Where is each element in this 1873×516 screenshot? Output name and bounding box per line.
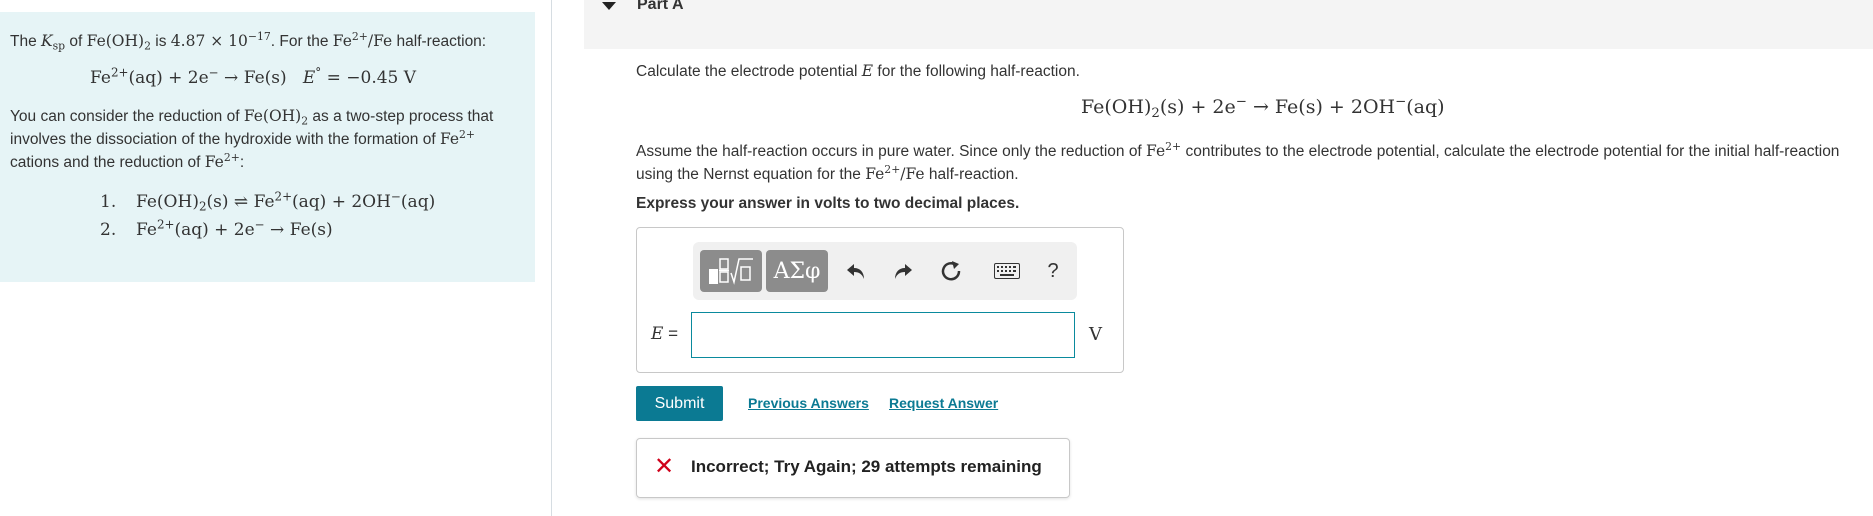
reaction-step: 2. Fe2+(aq) + 2e− → Fe(s) [100, 217, 333, 240]
reaction-steps: 1. Fe(OH)2(s) ⇌ Fe2+(aq) + 2OH−(aq) 2. Fe2… [100, 188, 525, 244]
answer-box: ΑΣφ ? E = V [636, 227, 1124, 373]
info-paragraph: You can consider the reduction of Fe(OH)… [10, 107, 494, 171]
column-divider [551, 0, 552, 516]
keyboard-icon[interactable] [987, 256, 1027, 286]
templates-icon [709, 258, 753, 285]
collapse-triangle-icon[interactable] [602, 2, 616, 10]
answer-label: E = [651, 324, 679, 344]
part-header[interactable]: Part A [584, 0, 1873, 49]
math-toolbar: ΑΣφ ? [693, 242, 1077, 300]
redo-icon[interactable] [888, 256, 918, 286]
part-title: Part A [637, 0, 684, 13]
submit-button[interactable]: Submit [636, 386, 723, 421]
info-intro: The Ksp of Fe(OH)2 is 4.87 × 10−17. For … [10, 30, 487, 53]
question-assumption: Assume the half-reaction occurs in pure … [636, 140, 1840, 183]
standard-half-reaction: Fe2+(aq) + 2e− → Fe(s) E° = −0.45 V [90, 65, 417, 88]
question-prompt: Calculate the electrode potential E for … [636, 62, 1080, 80]
help-icon[interactable]: ? [1038, 256, 1068, 286]
target-half-reaction: Fe(OH)2(s) + 2e− → Fe(s) + 2OH−(aq) [1081, 94, 1445, 121]
templates-button[interactable] [700, 250, 762, 292]
answer-input[interactable] [691, 312, 1075, 358]
undo-icon[interactable] [841, 256, 871, 286]
feedback-message: Incorrect; Try Again; 29 attempts remain… [691, 457, 1042, 476]
info-panel: The Ksp of Fe(OH)2 is 4.87 × 10−17. For … [0, 12, 535, 282]
previous-answers-link[interactable]: Previous Answers [748, 395, 869, 411]
greek-symbols-button[interactable]: ΑΣφ [766, 250, 828, 292]
reset-icon[interactable] [936, 256, 966, 286]
request-answer-link[interactable]: Request Answer [889, 395, 998, 411]
unit-label: V [1089, 324, 1102, 345]
answer-instruction: Express your answer in volts to two deci… [636, 195, 1020, 212]
feedback-box: ✕ Incorrect; Try Again; 29 attempts rema… [636, 438, 1070, 498]
incorrect-x-icon: ✕ [654, 453, 675, 480]
reaction-step: 1. Fe(OH)2(s) ⇌ Fe2+(aq) + 2OH−(aq) [100, 189, 436, 214]
